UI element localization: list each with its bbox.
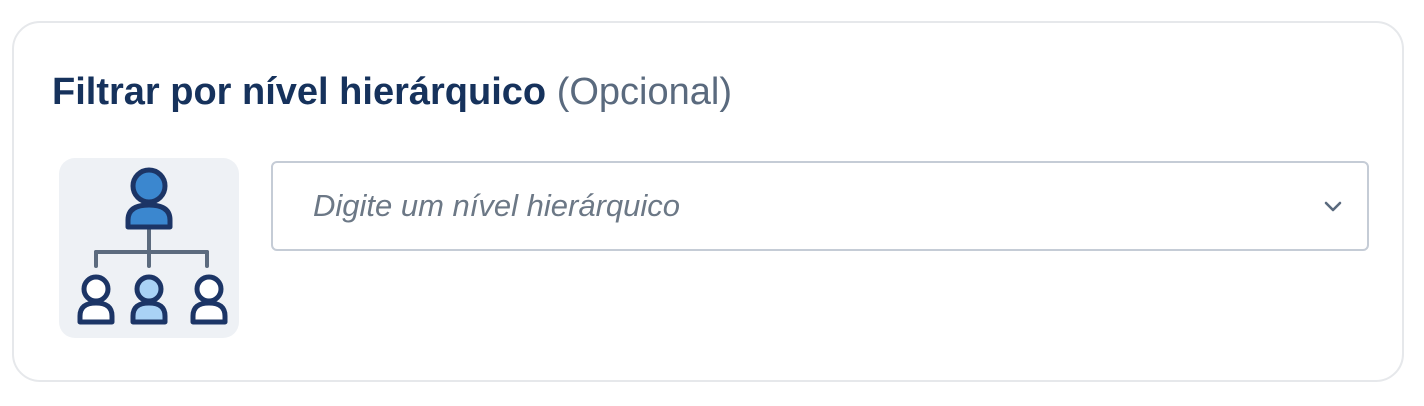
hierarchy-level-input[interactable] — [273, 163, 1273, 249]
optional-label: (Opcional) — [556, 71, 732, 113]
filter-title: Filtrar por nível hierárquico (Opcional) — [52, 69, 732, 115]
chevron-down-icon[interactable] — [1321, 194, 1345, 218]
hierarchy-level-select[interactable] — [271, 161, 1369, 251]
filter-title-text: Filtrar por nível hierárquico — [52, 71, 547, 113]
org-hierarchy-icon — [59, 158, 239, 338]
hierarchy-filter-card: Filtrar por nível hierárquico (Opcional) — [12, 21, 1404, 382]
